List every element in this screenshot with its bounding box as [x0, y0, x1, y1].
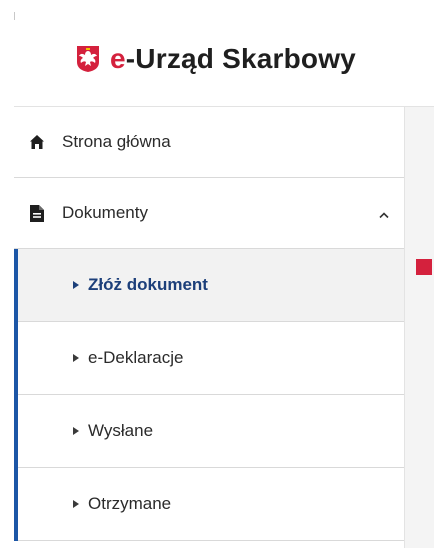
- brand-name-rest: -Urząd Skarbowy: [125, 43, 356, 74]
- corner-mark: [14, 12, 15, 20]
- document-icon: [26, 202, 48, 224]
- submenu-item-e-declarations[interactable]: e-Deklaracje: [18, 322, 404, 395]
- brand-name-prefix: e: [110, 43, 126, 74]
- content-area: [405, 107, 434, 548]
- caret-right-icon: [73, 281, 79, 289]
- sidebar-item-label: Strona główna: [62, 132, 171, 151]
- brand-name: e-Urząd Skarbowy: [110, 43, 356, 75]
- content-red-marker: [416, 259, 432, 275]
- sidebar-menu: Strona główna Dokumenty Złóż dokument e-…: [14, 107, 404, 541]
- submenu-item-label: Otrzymane: [88, 494, 172, 513]
- caret-right-icon: [73, 427, 79, 435]
- submenu-item-submit-document[interactable]: Złóż dokument: [18, 249, 404, 322]
- sidebar-item-label: Dokumenty: [62, 203, 148, 222]
- submenu-item-sent[interactable]: Wysłane: [18, 395, 404, 468]
- submenu-item-received[interactable]: Otrzymane: [18, 468, 404, 541]
- polish-eagle-emblem-icon: [76, 45, 100, 73]
- brand-logo[interactable]: e-Urząd Skarbowy: [76, 34, 356, 84]
- chevron-up-icon[interactable]: [378, 206, 390, 224]
- home-icon: [26, 131, 48, 153]
- documents-submenu: Złóż dokument e-Deklaracje Wysłane Otrzy…: [14, 249, 404, 541]
- submenu-item-label: e-Deklaracje: [88, 348, 184, 367]
- sidebar-item-documents[interactable]: Dokumenty: [14, 178, 404, 249]
- sidebar-item-home[interactable]: Strona główna: [14, 107, 404, 178]
- caret-right-icon: [73, 500, 79, 508]
- caret-right-icon: [73, 354, 79, 362]
- submenu-item-label: Wysłane: [88, 421, 154, 440]
- submenu-item-label: Złóż dokument: [88, 275, 208, 294]
